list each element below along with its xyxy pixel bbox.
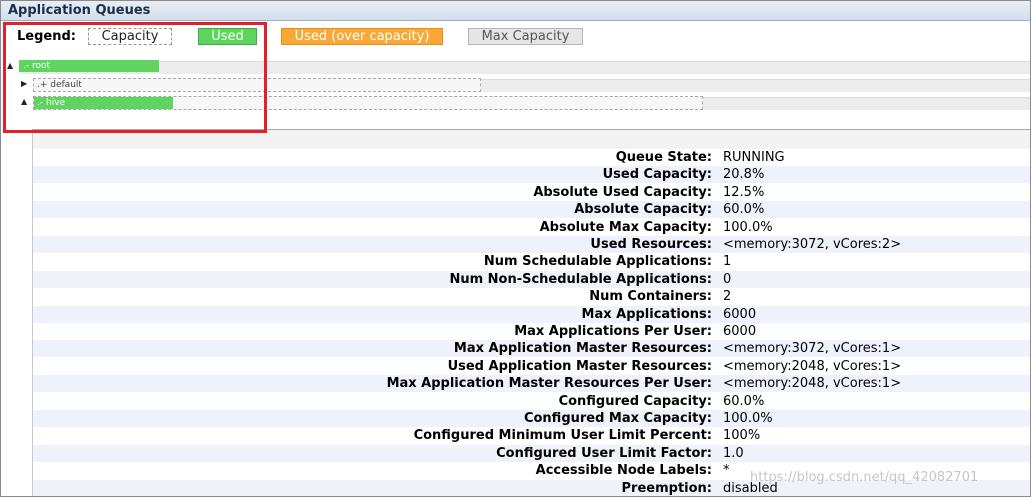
- detail-value: 6000: [723, 306, 757, 322]
- detail-key: Used Capacity:: [602, 167, 712, 183]
- detail-row: Num Non-Schedulable Applications: 0: [33, 270, 1030, 288]
- detail-value: 60.0%: [723, 202, 765, 218]
- detail-row: Num Schedulable Applications: 1: [33, 253, 1030, 271]
- queue-details-table: Queue State: RUNNING Used Capacity: 20.8% Ab…: [32, 129, 1030, 496]
- detail-value: 60.0%: [723, 393, 765, 409]
- detail-key: Used Resources:: [590, 237, 712, 252]
- detail-value: 100.0%: [723, 219, 773, 235]
- detail-row: Used Capacity: 20.8%: [33, 166, 1030, 184]
- detail-row: Configured Minimum User Limit Percent: 10…: [33, 427, 1030, 445]
- detail-row: Max Applications Per User: 6000: [33, 323, 1030, 340]
- detail-value: *: [723, 463, 730, 479]
- detail-row: Configured User Limit Factor: 1.0: [33, 444, 1030, 462]
- detail-key: Configured Max Capacity:: [523, 411, 712, 426]
- detail-key: Configured Minimum User Limit Percent:: [413, 428, 712, 444]
- panel-title: Application Queues: [1, 1, 1030, 21]
- detail-value: 1: [723, 254, 732, 270]
- detail-key: Max Applications Per User:: [514, 324, 712, 339]
- detail-value: 100.0%: [723, 411, 773, 426]
- watermark: https://blog.csdn.net/qq_42082701: [750, 470, 979, 485]
- detail-value: RUNNING: [723, 150, 785, 165]
- application-queues-panel: Application Queues Legend: Capacity Used…: [0, 0, 1031, 497]
- detail-value: 1.0: [723, 445, 744, 461]
- detail-key: Accessible Node Labels:: [535, 463, 712, 479]
- detail-key: Max Applications:: [581, 306, 712, 322]
- detail-key: Max Application Master Resources Per Use…: [386, 376, 712, 392]
- detail-key: Preemption:: [621, 480, 712, 496]
- detail-value: 6000: [723, 324, 757, 339]
- legend-max-capacity: Max Capacity: [468, 28, 583, 45]
- detail-row: Num Containers: 2: [33, 288, 1030, 306]
- detail-row: Configured Capacity: 60.0%: [33, 392, 1030, 410]
- detail-key: Configured User Limit Factor:: [496, 445, 712, 461]
- detail-value: 2: [723, 289, 732, 305]
- detail-key: Absolute Capacity:: [574, 202, 712, 218]
- detail-row: Max Application Master Resources: <memory…: [33, 340, 1030, 358]
- detail-row: Configured Max Capacity: 100.0%: [33, 410, 1030, 427]
- detail-value: <memory:3072, vCores:1>: [723, 341, 902, 357]
- detail-key: Used Application Master Resources:: [447, 358, 712, 374]
- detail-key: Num Non-Schedulable Applications:: [449, 271, 712, 287]
- detail-value: <memory:2048, vCores:1>: [723, 358, 902, 374]
- detail-value: 0: [723, 271, 732, 287]
- detail-row: Max Applications: 6000: [33, 305, 1030, 323]
- detail-key: Num Schedulable Applications:: [483, 254, 712, 270]
- highlight-box: [3, 22, 267, 133]
- detail-key: Max Application Master Resources:: [453, 341, 712, 357]
- detail-key: Queue State:: [615, 150, 712, 165]
- detail-value: <memory:2048, vCores:1>: [723, 376, 902, 392]
- detail-value: <memory:3072, vCores:2>: [723, 237, 902, 252]
- detail-key: Num Containers:: [589, 289, 712, 305]
- detail-value: 12.5%: [723, 184, 765, 200]
- detail-row: Max Application Master Resources Per Use…: [33, 375, 1030, 393]
- detail-row: Absolute Capacity: 60.0%: [33, 201, 1030, 219]
- details-header: [33, 130, 1030, 150]
- detail-value: 20.8%: [723, 167, 765, 183]
- detail-key: Configured Capacity:: [558, 393, 712, 409]
- detail-row: Absolute Used Capacity: 12.5%: [33, 183, 1030, 201]
- detail-row: Absolute Max Capacity: 100.0%: [33, 218, 1030, 236]
- detail-key: Absolute Used Capacity:: [533, 184, 712, 200]
- detail-row: Used Resources: <memory:3072, vCores:2>: [33, 236, 1030, 253]
- detail-row: Queue State: RUNNING: [33, 149, 1030, 166]
- legend-over-capacity: Used (over capacity): [281, 28, 443, 45]
- detail-key: Absolute Max Capacity:: [539, 219, 712, 235]
- detail-value: 100%: [723, 428, 761, 444]
- detail-row: Used Application Master Resources: <memor…: [33, 357, 1030, 375]
